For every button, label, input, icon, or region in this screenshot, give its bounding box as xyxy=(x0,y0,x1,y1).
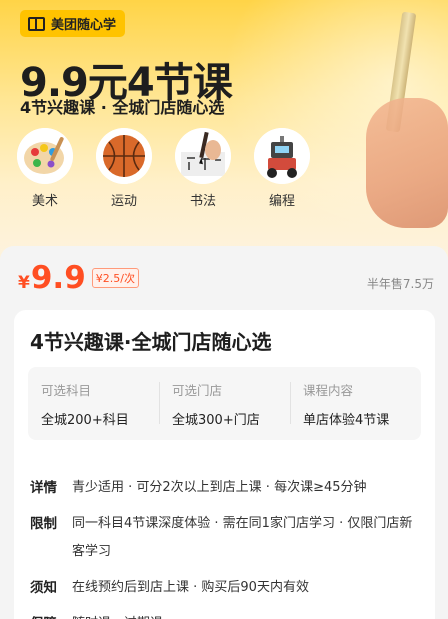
detail-value: 青少适用 · 可分2次以上到店上课 · 每次课≥45分钟 xyxy=(72,480,367,495)
detail-value: 在线预约后到店上课 · 购买后90天内有效 xyxy=(72,580,309,595)
price-row: ¥ 9.9 ¥2.5/次 xyxy=(18,260,139,296)
category-label: 运动 xyxy=(110,194,137,209)
detail-row: 限制 同一科目4节课深度体验 · 需在同1家门店学习 · 仅限门店新客学习 xyxy=(30,510,420,566)
info-value: 单店体验4节课 xyxy=(303,413,390,428)
book-icon xyxy=(28,16,45,31)
info-stores: 可选门店 全城300+门店 xyxy=(159,367,290,440)
robot-icon xyxy=(254,128,310,184)
hero-subtitle: 4节兴趣课 · 全城门店随心选 xyxy=(20,98,225,117)
detail-value: 同一科目4节课深度体验 · 需在同1家门店学习 · 仅限门店新客学习 xyxy=(72,516,413,559)
course-title: 4节兴趣课·全城门店随心选 xyxy=(30,330,272,354)
unit-price-tag: ¥2.5/次 xyxy=(91,268,139,288)
category-label: 书法 xyxy=(189,194,216,209)
hand-illustration xyxy=(366,98,448,228)
basketball-icon xyxy=(96,128,152,184)
course-info-box: 可选科目 全城200+科目 可选门店 全城300+门店 课程内容 单店体验4节课 xyxy=(28,367,421,440)
detail-value: 随时退、过期退 xyxy=(72,610,163,619)
course-details: 详情 青少适用 · 可分2次以上到店上课 · 每次课≥45分钟 限制 同一科目4… xyxy=(30,474,420,619)
price-value: 9.9 xyxy=(30,260,86,296)
category-label: 美术 xyxy=(31,194,58,209)
info-subjects: 可选科目 全城200+科目 xyxy=(28,367,159,440)
detail-key: 须知 xyxy=(30,580,57,596)
calligraphy-brush-icon xyxy=(175,128,231,184)
category-art[interactable]: 美术 xyxy=(17,128,73,209)
palette-icon xyxy=(17,128,73,184)
detail-key: 保障 xyxy=(30,610,72,619)
info-label: 可选科目 xyxy=(41,383,92,398)
category-programming[interactable]: 编程 xyxy=(254,128,310,209)
course-card: 4节兴趣课·全城门店随心选 可选科目 全城200+科目 可选门店 全城300+门… xyxy=(14,310,435,619)
brand-badge: 美团随心学 xyxy=(20,10,126,37)
info-label: 可选门店 xyxy=(172,383,223,398)
category-sports[interactable]: 运动 xyxy=(96,128,152,209)
info-value: 全城300+门店 xyxy=(172,413,260,428)
category-label: 编程 xyxy=(268,194,295,209)
detail-row: 详情 青少适用 · 可分2次以上到店上课 · 每次课≥45分钟 xyxy=(30,474,420,502)
hero-banner: 美团随心学 9.9元4节课 4节兴趣课 · 全城门店随心选 美术 运动 书法 编… xyxy=(0,0,448,262)
sold-count: 半年售7.5万 xyxy=(366,277,434,291)
product-panel: ¥ 9.9 ¥2.5/次 半年售7.5万 4节兴趣课·全城门店随心选 可选科目 … xyxy=(0,246,448,619)
detail-key: 详情 xyxy=(30,480,57,496)
price-currency: ¥ xyxy=(18,273,30,293)
brand-name: 美团随心学 xyxy=(51,18,117,33)
category-list: 美术 运动 书法 编程 xyxy=(17,128,310,209)
detail-row: 须知 在线预约后到店上课 · 购买后90天内有效 xyxy=(30,574,420,602)
info-content: 课程内容 单店体验4节课 xyxy=(290,367,421,440)
detail-row: 保障 随时退、过期退 xyxy=(30,610,420,619)
detail-key: 限制 xyxy=(30,516,57,532)
info-label: 课程内容 xyxy=(303,383,354,398)
info-value: 全城200+科目 xyxy=(41,413,129,428)
category-calligraphy[interactable]: 书法 xyxy=(175,128,231,209)
